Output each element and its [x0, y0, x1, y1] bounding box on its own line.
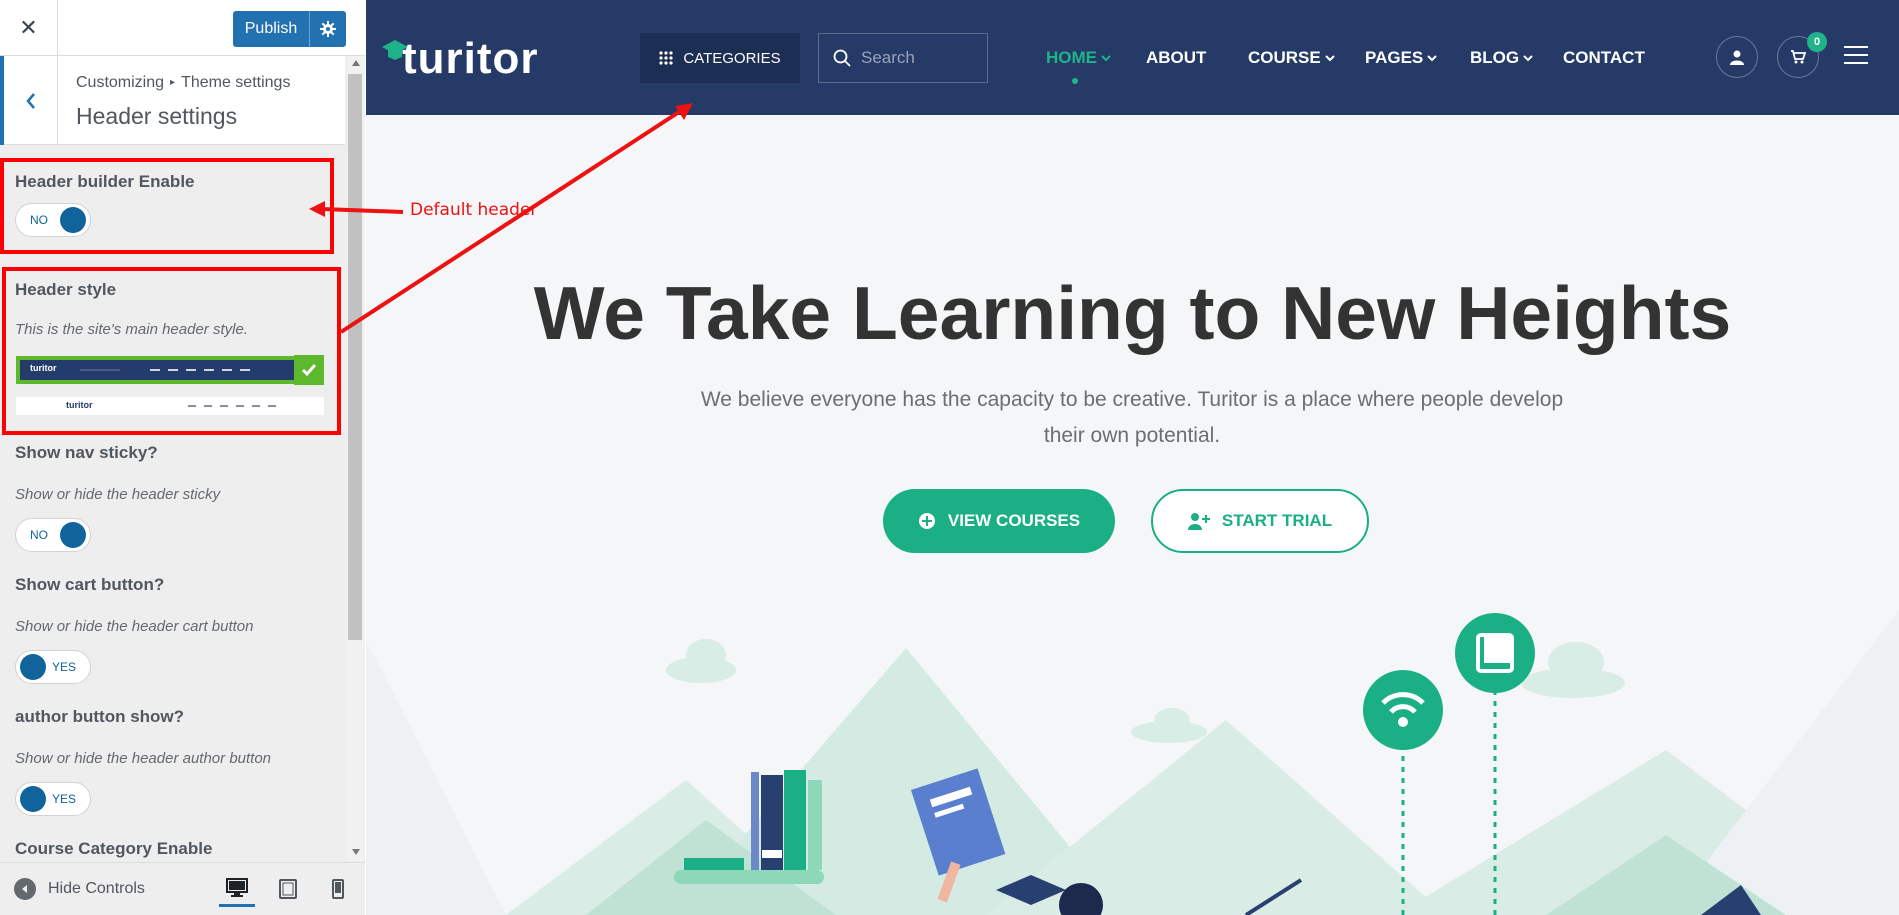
preview-mobile-button[interactable] — [320, 871, 356, 907]
breadcrumb-parent: Theme settings — [181, 74, 291, 91]
course-category-title: Course Category Enable — [15, 839, 213, 858]
author-button-toggle[interactable]: YES — [15, 782, 91, 816]
breadcrumb: Customizing ▸ Theme settings — [76, 74, 290, 92]
chevron-down-icon — [1427, 55, 1437, 62]
nav-item-about[interactable]: ABOUT — [1146, 48, 1206, 68]
collapse-icon — [14, 878, 36, 900]
cart-button-title: Show cart button? — [15, 575, 165, 594]
menu-hamburger-icon[interactable] — [1844, 46, 1868, 66]
hide-controls-button[interactable]: Hide Controls — [14, 878, 145, 900]
toggle-state-label: NO — [30, 528, 48, 542]
nav-sticky-description: Show or hide the header sticky — [15, 486, 221, 503]
view-courses-label: VIEW COURSES — [947, 511, 1081, 530]
toggle-state-label: YES — [51, 660, 76, 674]
customizer-topbar: ✕ Publish — [0, 0, 365, 56]
customizer-window: ✕ Publish Customizing ▸ Theme settings H… — [0, 0, 1899, 915]
toggle-knob — [20, 786, 46, 812]
categories-label: CATEGORIES — [683, 49, 781, 67]
author-button-title: author button show? — [15, 707, 185, 726]
chevron-down-icon — [1325, 55, 1335, 62]
annotation-box-header-style — [2, 267, 341, 435]
toggle-knob — [20, 654, 46, 680]
cart-button-toggle[interactable]: YES — [15, 650, 91, 684]
start-trial-label: START TRIAL — [1221, 511, 1333, 530]
nav-label: COURSE — [1248, 48, 1321, 67]
breadcrumb-separator-icon: ▸ — [170, 77, 176, 88]
scroll-up-icon[interactable] — [352, 60, 360, 66]
nav-item-contact[interactable]: CONTACT — [1563, 48, 1645, 68]
toggle-state-label: YES — [51, 792, 76, 806]
tablet-icon — [279, 879, 297, 899]
author-button-description: Show or hide the header author button — [15, 750, 272, 767]
breadcrumb-root: Customizing — [76, 74, 165, 91]
section-header: Customizing ▸ Theme settings Header settin… — [0, 56, 345, 145]
hero-illustration — [366, 610, 1899, 915]
search-box[interactable] — [818, 33, 988, 83]
gear-icon — [320, 21, 336, 37]
search-input[interactable] — [861, 48, 981, 68]
active-nav-indicator — [1072, 78, 1078, 84]
cart-count-badge: 0 — [1807, 32, 1827, 52]
hero-title: We Take Learning to New Heights — [533, 271, 1732, 355]
nav-label: CONTACT — [1563, 48, 1645, 67]
annotation-box-header-builder — [0, 158, 334, 254]
hide-controls-label: Hide Controls — [48, 880, 145, 897]
nav-label: BLOG — [1470, 48, 1520, 67]
chevron-down-icon — [1101, 55, 1111, 62]
user-plus-icon — [1187, 513, 1210, 530]
chevron-left-icon — [25, 92, 35, 109]
customizer-sidebar: ✕ Publish Customizing ▸ Theme settings H… — [0, 0, 365, 915]
toggle-knob — [60, 522, 86, 548]
sidebar-scrollbar[interactable] — [347, 56, 365, 861]
cart-button-description: Show or hide the header cart button — [15, 618, 254, 635]
site-preview: turitor CATEGORIES HOME — [366, 0, 1899, 915]
logo-text: turitor — [402, 34, 539, 83]
start-trial-button[interactable]: START TRIAL — [1151, 489, 1369, 553]
nav-item-course[interactable]: COURSE — [1248, 48, 1335, 68]
cart-icon — [1791, 50, 1806, 64]
categories-button[interactable]: CATEGORIES — [640, 33, 800, 83]
nav-item-pages[interactable]: PAGES — [1365, 48, 1437, 68]
mountains — [366, 610, 1899, 915]
preview-desktop-button[interactable] — [219, 871, 255, 907]
search-icon — [833, 49, 851, 67]
nav-item-blog[interactable]: BLOG — [1470, 48, 1533, 68]
user-icon — [1730, 50, 1744, 65]
publish-label: Publish — [233, 11, 310, 47]
scroll-thumb[interactable] — [348, 74, 362, 640]
site-logo[interactable]: turitor — [382, 34, 539, 84]
close-icon: ✕ — [19, 15, 38, 41]
desktop-icon — [226, 877, 248, 897]
nav-label: ABOUT — [1146, 48, 1207, 67]
plus-circle-icon — [918, 513, 935, 529]
back-button[interactable] — [0, 56, 58, 145]
nav-label: HOME — [1046, 48, 1097, 67]
scroll-down-icon[interactable] — [352, 849, 360, 855]
nav-item-home[interactable]: HOME — [1046, 48, 1111, 68]
publish-settings-button[interactable] — [310, 11, 346, 47]
section-title: Header settings — [76, 103, 238, 129]
nav-label: PAGES — [1365, 48, 1424, 67]
customizer-footer: Hide Controls — [0, 862, 365, 915]
site-header: turitor CATEGORIES HOME — [366, 0, 1899, 115]
account-button[interactable] — [1716, 36, 1758, 78]
mobile-icon — [332, 879, 344, 899]
close-customizer-button[interactable]: ✕ — [0, 0, 58, 56]
preview-tablet-button[interactable] — [270, 871, 306, 907]
view-courses-button[interactable]: VIEW COURSES — [883, 489, 1115, 553]
nav-sticky-title: Show nav sticky? — [15, 443, 158, 462]
grid-icon — [659, 51, 673, 65]
publish-button[interactable]: Publish — [233, 11, 346, 47]
nav-sticky-toggle[interactable]: NO — [15, 518, 91, 552]
hero-subtitle: We believe everyone has the capacity to … — [700, 388, 1564, 447]
chevron-down-icon — [1523, 55, 1533, 62]
annotation-default-header: Default header — [410, 200, 538, 220]
